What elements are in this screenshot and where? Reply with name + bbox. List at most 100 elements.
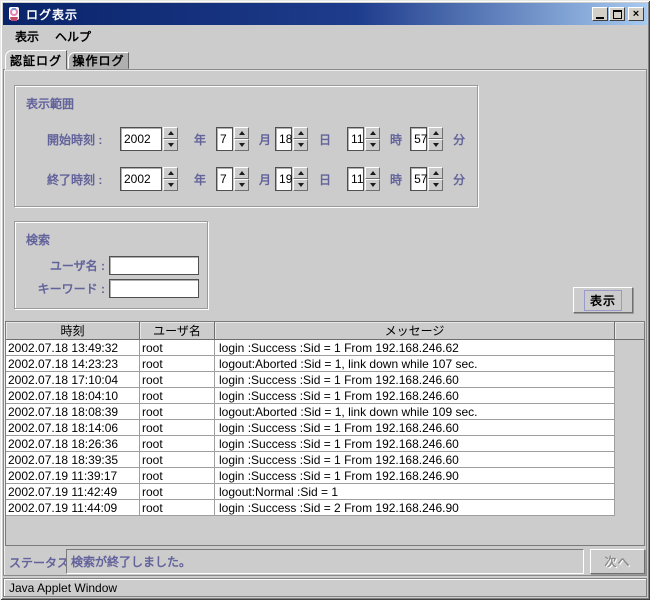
- arrow-up-icon: [298, 171, 304, 175]
- row-filler: [615, 372, 644, 388]
- menubar: 表示 ヘルプ: [3, 25, 647, 48]
- cell-time: 2002.07.18 18:26:36: [6, 436, 140, 452]
- titlebar[interactable]: ログ表示 ×: [3, 3, 647, 25]
- start-minute-up-button[interactable]: [428, 127, 443, 139]
- cell-message: logout:Aborted :Sid = 1, link down while…: [215, 356, 615, 372]
- start-month-down-button[interactable]: [234, 139, 249, 151]
- table-row[interactable]: 2002.07.18 18:26:36rootlogin :Success :S…: [6, 436, 644, 452]
- end-year-up-button[interactable]: [163, 167, 178, 179]
- cell-user: root: [140, 388, 215, 404]
- end-hour-down-button[interactable]: [365, 179, 380, 191]
- cell-user: root: [140, 500, 215, 516]
- tab-operation-log[interactable]: 操作ログ: [68, 52, 129, 69]
- maximize-icon: [613, 10, 622, 19]
- minimize-button[interactable]: [592, 7, 608, 21]
- start-year-down-button[interactable]: [163, 139, 178, 151]
- username-label: ユーザ名 :: [25, 257, 105, 274]
- end-year-field[interactable]: 2002: [120, 167, 162, 191]
- start-month-field[interactable]: 7: [216, 127, 233, 151]
- display-button[interactable]: 表示: [573, 287, 633, 313]
- end-hour-up-button[interactable]: [365, 167, 380, 179]
- cell-message: login :Success :Sid = 1 From 192.168.246…: [215, 420, 615, 436]
- end-minute-field[interactable]: 57: [410, 167, 427, 191]
- table-row[interactable]: 2002.07.18 18:39:35rootlogin :Success :S…: [6, 452, 644, 468]
- start-year-up-button[interactable]: [163, 127, 178, 139]
- cell-user: root: [140, 404, 215, 420]
- start-month-spin-buttons: [234, 127, 249, 151]
- arrow-down-icon: [168, 143, 174, 147]
- day-unit-label: 日: [319, 131, 331, 148]
- start-hour-down-button[interactable]: [365, 139, 380, 151]
- start-year-field[interactable]: 2002: [120, 127, 162, 151]
- next-button: 次へ: [590, 549, 645, 574]
- start-day-up-button[interactable]: [293, 127, 308, 139]
- end-month-down-button[interactable]: [234, 179, 249, 191]
- end-hour-spinner: 11: [347, 167, 380, 191]
- maximize-button[interactable]: [609, 7, 625, 21]
- start-minute-field[interactable]: 57: [410, 127, 427, 151]
- end-minute-down-button[interactable]: [428, 179, 443, 191]
- arrow-up-icon: [168, 131, 174, 135]
- keyword-label: キーワード :: [25, 280, 105, 297]
- end-minute-up-button[interactable]: [428, 167, 443, 179]
- table-row[interactable]: 2002.07.19 11:42:49rootlogout:Normal :Si…: [6, 484, 644, 500]
- end-day-up-button[interactable]: [293, 167, 308, 179]
- end-hour-field[interactable]: 11: [347, 167, 364, 191]
- start-minute-spinner: 57: [410, 127, 443, 151]
- end-year-spinner: 2002: [120, 167, 178, 191]
- end-day-field[interactable]: 19: [275, 167, 292, 191]
- end-month-field[interactable]: 7: [216, 167, 233, 191]
- start-minute-down-button[interactable]: [428, 139, 443, 151]
- arrow-up-icon: [370, 131, 376, 135]
- cell-user: root: [140, 468, 215, 484]
- column-header-time[interactable]: 時刻: [6, 322, 140, 340]
- start-month-up-button[interactable]: [234, 127, 249, 139]
- cell-message: login :Success :Sid = 1 From 192.168.246…: [215, 436, 615, 452]
- arrow-up-icon: [239, 131, 245, 135]
- start-time-row: 開始時刻 : 2002 年 7 月: [47, 126, 465, 152]
- arrow-up-icon: [168, 171, 174, 175]
- cell-message: login :Success :Sid = 2 From 192.168.246…: [215, 500, 615, 516]
- cell-user: root: [140, 484, 215, 500]
- cell-time: 2002.07.18 18:04:10: [6, 388, 140, 404]
- table-row[interactable]: 2002.07.18 14:23:23rootlogout:Aborted :S…: [6, 356, 644, 372]
- start-hour-up-button[interactable]: [365, 127, 380, 139]
- tab-auth-log[interactable]: 認証ログ: [5, 50, 67, 70]
- end-year-down-button[interactable]: [163, 179, 178, 191]
- close-button[interactable]: ×: [628, 7, 644, 21]
- table-row[interactable]: 2002.07.18 18:14:06rootlogin :Success :S…: [6, 420, 644, 436]
- cell-user: root: [140, 452, 215, 468]
- start-day-field[interactable]: 18: [275, 127, 292, 151]
- row-filler: [615, 436, 644, 452]
- row-filler: [615, 388, 644, 404]
- column-header-user[interactable]: ユーザ名: [140, 322, 215, 340]
- row-filler: [615, 420, 644, 436]
- menu-help[interactable]: ヘルプ: [47, 25, 99, 48]
- window-controls: ×: [592, 7, 644, 21]
- keyword-input[interactable]: [109, 279, 199, 298]
- menu-view[interactable]: 表示: [7, 25, 47, 48]
- table-row[interactable]: 2002.07.18 18:08:39rootlogout:Aborted :S…: [6, 404, 644, 420]
- table-row[interactable]: 2002.07.18 13:49:32rootlogin :Success :S…: [6, 340, 644, 356]
- start-hour-field[interactable]: 11: [347, 127, 364, 151]
- row-filler: [615, 404, 644, 420]
- status-message-field[interactable]: 検索が終了しました。: [66, 549, 584, 574]
- day-unit-label: 日: [319, 171, 331, 188]
- start-day-down-button[interactable]: [293, 139, 308, 151]
- app-icon: [6, 6, 22, 22]
- row-filler: [615, 356, 644, 372]
- column-header-message[interactable]: メッセージ: [215, 322, 615, 340]
- cell-message: login :Success :Sid = 1 From 192.168.246…: [215, 388, 615, 404]
- table-row[interactable]: 2002.07.18 17:10:04rootlogin :Success :S…: [6, 372, 644, 388]
- start-minute-spin-buttons: [428, 127, 443, 151]
- table-row[interactable]: 2002.07.18 18:04:10rootlogin :Success :S…: [6, 388, 644, 404]
- arrow-down-icon: [370, 143, 376, 147]
- end-day-down-button[interactable]: [293, 179, 308, 191]
- table-row[interactable]: 2002.07.19 11:39:17rootlogin :Success :S…: [6, 468, 644, 484]
- end-month-up-button[interactable]: [234, 167, 249, 179]
- keyword-row: キーワード :: [25, 279, 199, 298]
- table-row[interactable]: 2002.07.19 11:44:09rootlogin :Success :S…: [6, 500, 644, 516]
- username-input[interactable]: [109, 256, 199, 275]
- start-hour-spin-buttons: [365, 127, 380, 151]
- arrow-down-icon: [433, 183, 439, 187]
